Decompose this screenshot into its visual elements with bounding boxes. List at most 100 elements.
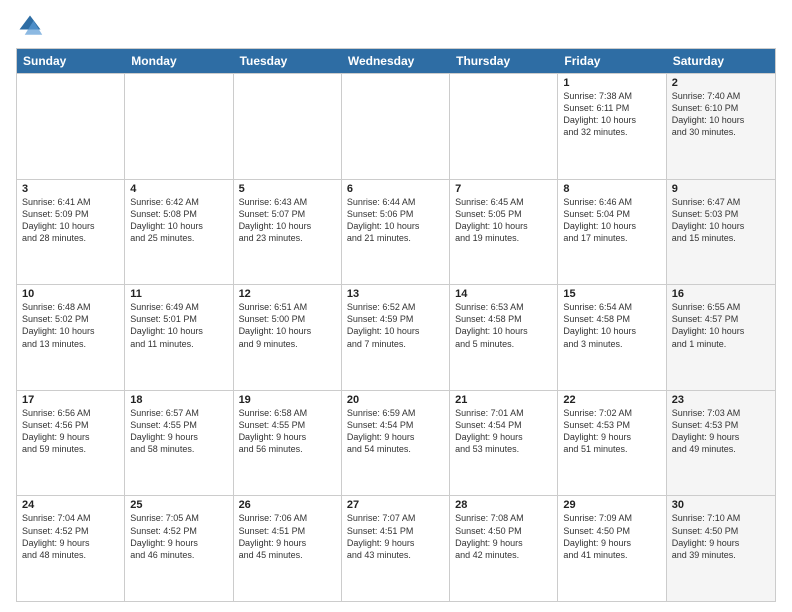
day-number: 29 bbox=[563, 499, 660, 511]
day-number: 22 bbox=[563, 394, 660, 406]
header-day-friday: Friday bbox=[558, 49, 666, 73]
empty-cell bbox=[234, 74, 342, 179]
day-cell-25: 25Sunrise: 7:05 AM Sunset: 4:52 PM Dayli… bbox=[125, 496, 233, 601]
day-number: 13 bbox=[347, 288, 444, 300]
day-number: 14 bbox=[455, 288, 552, 300]
day-number: 10 bbox=[22, 288, 119, 300]
logo bbox=[16, 12, 48, 40]
day-cell-8: 8Sunrise: 6:46 AM Sunset: 5:04 PM Daylig… bbox=[558, 180, 666, 285]
day-number: 27 bbox=[347, 499, 444, 511]
day-info: Sunrise: 7:09 AM Sunset: 4:50 PM Dayligh… bbox=[563, 512, 660, 561]
day-cell-13: 13Sunrise: 6:52 AM Sunset: 4:59 PM Dayli… bbox=[342, 285, 450, 390]
day-info: Sunrise: 6:49 AM Sunset: 5:01 PM Dayligh… bbox=[130, 301, 227, 350]
day-info: Sunrise: 7:05 AM Sunset: 4:52 PM Dayligh… bbox=[130, 512, 227, 561]
day-info: Sunrise: 6:47 AM Sunset: 5:03 PM Dayligh… bbox=[672, 196, 770, 245]
day-cell-28: 28Sunrise: 7:08 AM Sunset: 4:50 PM Dayli… bbox=[450, 496, 558, 601]
day-cell-22: 22Sunrise: 7:02 AM Sunset: 4:53 PM Dayli… bbox=[558, 391, 666, 496]
day-number: 12 bbox=[239, 288, 336, 300]
day-number: 16 bbox=[672, 288, 770, 300]
day-info: Sunrise: 6:43 AM Sunset: 5:07 PM Dayligh… bbox=[239, 196, 336, 245]
day-info: Sunrise: 6:58 AM Sunset: 4:55 PM Dayligh… bbox=[239, 407, 336, 456]
day-cell-9: 9Sunrise: 6:47 AM Sunset: 5:03 PM Daylig… bbox=[667, 180, 775, 285]
day-number: 30 bbox=[672, 499, 770, 511]
day-cell-7: 7Sunrise: 6:45 AM Sunset: 5:05 PM Daylig… bbox=[450, 180, 558, 285]
day-info: Sunrise: 6:48 AM Sunset: 5:02 PM Dayligh… bbox=[22, 301, 119, 350]
day-number: 23 bbox=[672, 394, 770, 406]
day-number: 7 bbox=[455, 183, 552, 195]
day-cell-4: 4Sunrise: 6:42 AM Sunset: 5:08 PM Daylig… bbox=[125, 180, 233, 285]
day-number: 25 bbox=[130, 499, 227, 511]
empty-cell bbox=[450, 74, 558, 179]
day-info: Sunrise: 6:41 AM Sunset: 5:09 PM Dayligh… bbox=[22, 196, 119, 245]
day-info: Sunrise: 6:46 AM Sunset: 5:04 PM Dayligh… bbox=[563, 196, 660, 245]
day-info: Sunrise: 6:42 AM Sunset: 5:08 PM Dayligh… bbox=[130, 196, 227, 245]
header-day-tuesday: Tuesday bbox=[234, 49, 342, 73]
day-info: Sunrise: 7:40 AM Sunset: 6:10 PM Dayligh… bbox=[672, 90, 770, 139]
day-cell-24: 24Sunrise: 7:04 AM Sunset: 4:52 PM Dayli… bbox=[17, 496, 125, 601]
logo-icon bbox=[16, 12, 44, 40]
header-day-sunday: Sunday bbox=[17, 49, 125, 73]
day-cell-27: 27Sunrise: 7:07 AM Sunset: 4:51 PM Dayli… bbox=[342, 496, 450, 601]
day-number: 24 bbox=[22, 499, 119, 511]
empty-cell bbox=[342, 74, 450, 179]
calendar: SundayMondayTuesdayWednesdayThursdayFrid… bbox=[16, 48, 776, 602]
day-info: Sunrise: 7:01 AM Sunset: 4:54 PM Dayligh… bbox=[455, 407, 552, 456]
day-cell-18: 18Sunrise: 6:57 AM Sunset: 4:55 PM Dayli… bbox=[125, 391, 233, 496]
day-info: Sunrise: 7:02 AM Sunset: 4:53 PM Dayligh… bbox=[563, 407, 660, 456]
day-number: 15 bbox=[563, 288, 660, 300]
day-info: Sunrise: 6:55 AM Sunset: 4:57 PM Dayligh… bbox=[672, 301, 770, 350]
day-cell-19: 19Sunrise: 6:58 AM Sunset: 4:55 PM Dayli… bbox=[234, 391, 342, 496]
day-info: Sunrise: 6:57 AM Sunset: 4:55 PM Dayligh… bbox=[130, 407, 227, 456]
day-info: Sunrise: 6:56 AM Sunset: 4:56 PM Dayligh… bbox=[22, 407, 119, 456]
day-info: Sunrise: 6:44 AM Sunset: 5:06 PM Dayligh… bbox=[347, 196, 444, 245]
day-number: 18 bbox=[130, 394, 227, 406]
day-number: 8 bbox=[563, 183, 660, 195]
day-number: 4 bbox=[130, 183, 227, 195]
day-cell-17: 17Sunrise: 6:56 AM Sunset: 4:56 PM Dayli… bbox=[17, 391, 125, 496]
day-cell-5: 5Sunrise: 6:43 AM Sunset: 5:07 PM Daylig… bbox=[234, 180, 342, 285]
day-cell-15: 15Sunrise: 6:54 AM Sunset: 4:58 PM Dayli… bbox=[558, 285, 666, 390]
day-cell-29: 29Sunrise: 7:09 AM Sunset: 4:50 PM Dayli… bbox=[558, 496, 666, 601]
header-day-thursday: Thursday bbox=[450, 49, 558, 73]
week-row-2: 3Sunrise: 6:41 AM Sunset: 5:09 PM Daylig… bbox=[17, 179, 775, 285]
day-info: Sunrise: 7:06 AM Sunset: 4:51 PM Dayligh… bbox=[239, 512, 336, 561]
day-number: 11 bbox=[130, 288, 227, 300]
day-number: 2 bbox=[672, 77, 770, 89]
header-day-wednesday: Wednesday bbox=[342, 49, 450, 73]
day-number: 3 bbox=[22, 183, 119, 195]
day-cell-30: 30Sunrise: 7:10 AM Sunset: 4:50 PM Dayli… bbox=[667, 496, 775, 601]
day-cell-26: 26Sunrise: 7:06 AM Sunset: 4:51 PM Dayli… bbox=[234, 496, 342, 601]
page: SundayMondayTuesdayWednesdayThursdayFrid… bbox=[0, 0, 792, 612]
header bbox=[16, 12, 776, 40]
day-info: Sunrise: 7:04 AM Sunset: 4:52 PM Dayligh… bbox=[22, 512, 119, 561]
header-day-monday: Monday bbox=[125, 49, 233, 73]
day-info: Sunrise: 7:07 AM Sunset: 4:51 PM Dayligh… bbox=[347, 512, 444, 561]
day-cell-20: 20Sunrise: 6:59 AM Sunset: 4:54 PM Dayli… bbox=[342, 391, 450, 496]
day-number: 21 bbox=[455, 394, 552, 406]
day-number: 20 bbox=[347, 394, 444, 406]
day-info: Sunrise: 6:53 AM Sunset: 4:58 PM Dayligh… bbox=[455, 301, 552, 350]
empty-cell bbox=[17, 74, 125, 179]
day-info: Sunrise: 7:08 AM Sunset: 4:50 PM Dayligh… bbox=[455, 512, 552, 561]
day-cell-16: 16Sunrise: 6:55 AM Sunset: 4:57 PM Dayli… bbox=[667, 285, 775, 390]
day-number: 5 bbox=[239, 183, 336, 195]
week-row-4: 17Sunrise: 6:56 AM Sunset: 4:56 PM Dayli… bbox=[17, 390, 775, 496]
week-row-1: 1Sunrise: 7:38 AM Sunset: 6:11 PM Daylig… bbox=[17, 73, 775, 179]
day-cell-14: 14Sunrise: 6:53 AM Sunset: 4:58 PM Dayli… bbox=[450, 285, 558, 390]
day-info: Sunrise: 6:52 AM Sunset: 4:59 PM Dayligh… bbox=[347, 301, 444, 350]
day-info: Sunrise: 6:54 AM Sunset: 4:58 PM Dayligh… bbox=[563, 301, 660, 350]
day-cell-2: 2Sunrise: 7:40 AM Sunset: 6:10 PM Daylig… bbox=[667, 74, 775, 179]
day-cell-6: 6Sunrise: 6:44 AM Sunset: 5:06 PM Daylig… bbox=[342, 180, 450, 285]
calendar-body: 1Sunrise: 7:38 AM Sunset: 6:11 PM Daylig… bbox=[17, 73, 775, 601]
day-info: Sunrise: 7:10 AM Sunset: 4:50 PM Dayligh… bbox=[672, 512, 770, 561]
day-number: 28 bbox=[455, 499, 552, 511]
empty-cell bbox=[125, 74, 233, 179]
day-cell-23: 23Sunrise: 7:03 AM Sunset: 4:53 PM Dayli… bbox=[667, 391, 775, 496]
day-number: 17 bbox=[22, 394, 119, 406]
day-cell-11: 11Sunrise: 6:49 AM Sunset: 5:01 PM Dayli… bbox=[125, 285, 233, 390]
calendar-header: SundayMondayTuesdayWednesdayThursdayFrid… bbox=[17, 49, 775, 73]
day-number: 19 bbox=[239, 394, 336, 406]
day-info: Sunrise: 7:38 AM Sunset: 6:11 PM Dayligh… bbox=[563, 90, 660, 139]
day-cell-1: 1Sunrise: 7:38 AM Sunset: 6:11 PM Daylig… bbox=[558, 74, 666, 179]
day-info: Sunrise: 7:03 AM Sunset: 4:53 PM Dayligh… bbox=[672, 407, 770, 456]
